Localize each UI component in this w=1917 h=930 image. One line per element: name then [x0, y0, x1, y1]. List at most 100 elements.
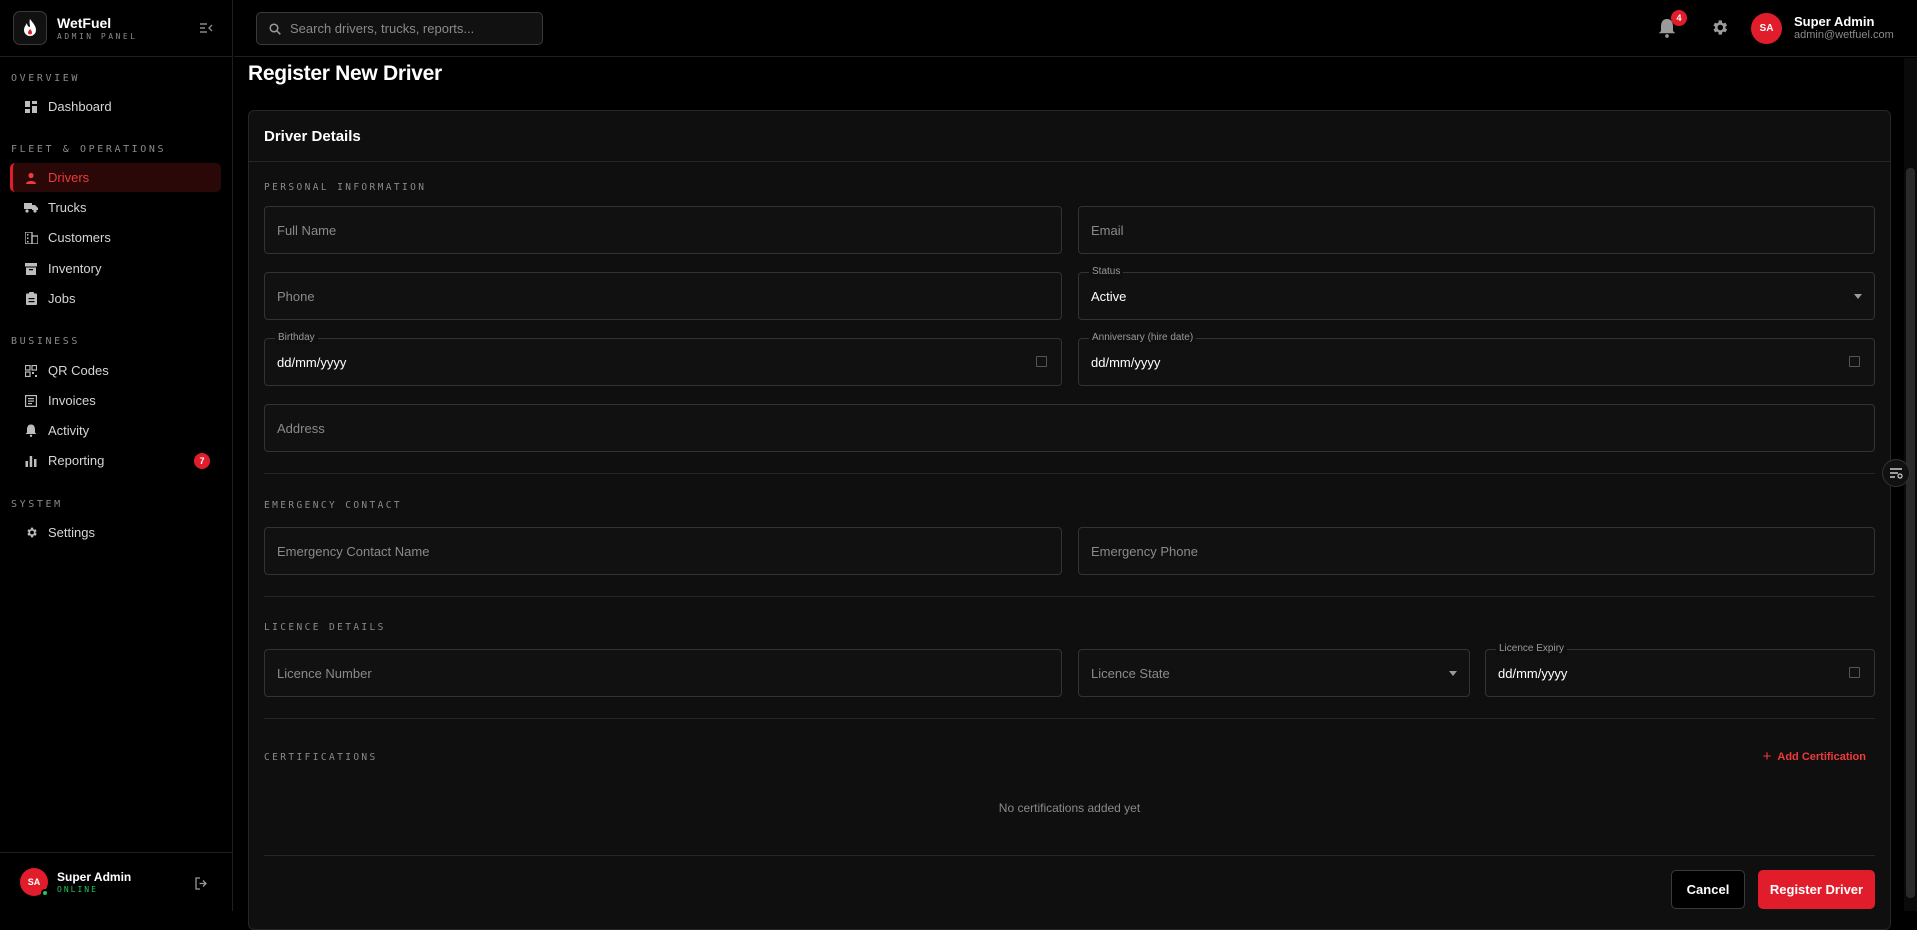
- sidebar-item-label: Activity: [48, 423, 90, 438]
- birthday-value: dd/mm/yyyy: [277, 355, 347, 370]
- licence-number-field[interactable]: [264, 649, 1062, 697]
- address-field[interactable]: [264, 404, 1875, 452]
- status-label: Status: [1089, 266, 1124, 278]
- gear-icon: [24, 526, 38, 540]
- reporting-badge: 7: [194, 453, 210, 469]
- user-menu[interactable]: Super Admin admin@wetfuel.com: [1794, 14, 1894, 42]
- sidebar-item-qr-codes[interactable]: QR Codes: [10, 356, 221, 385]
- full-name-field[interactable]: [264, 206, 1062, 254]
- add-certification-button[interactable]: + Add Certification: [1763, 748, 1866, 765]
- truck-icon: [24, 201, 38, 215]
- sidebar-user-footer: SA Super Admin ONLINE: [0, 852, 233, 911]
- licence-expiry-label: Licence Expiry: [1496, 643, 1568, 655]
- sidebar-item-settings[interactable]: Settings: [10, 518, 221, 547]
- footer-user-status: ONLINE: [57, 884, 98, 894]
- divider: [264, 718, 1875, 719]
- sidebar-item-dashboard[interactable]: Dashboard: [10, 92, 221, 121]
- status-select[interactable]: Status Active: [1078, 266, 1875, 320]
- archive-icon: [24, 262, 38, 276]
- sidebar-item-label: Drivers: [48, 170, 90, 185]
- brand-header: WetFuel ADMIN PANEL: [0, 0, 232, 57]
- user-email: admin@wetfuel.com: [1794, 29, 1894, 41]
- settings-gear-icon[interactable]: [1710, 18, 1730, 38]
- bar-chart-icon: [24, 454, 38, 468]
- search-input[interactable]: [290, 21, 530, 36]
- sidebar-item-inventory[interactable]: Inventory: [10, 254, 221, 283]
- invoice-icon: [24, 394, 38, 408]
- divider: [264, 473, 1875, 474]
- main-content: Register New Driver Driver Details PERSO…: [234, 58, 1917, 930]
- full-name-input[interactable]: [265, 207, 1061, 253]
- search-box[interactable]: [256, 12, 543, 45]
- calendar-icon[interactable]: [1849, 356, 1860, 367]
- divider: [264, 596, 1875, 597]
- phone-input[interactable]: [265, 273, 1061, 319]
- search-icon: [268, 22, 282, 36]
- address-input[interactable]: [265, 405, 1874, 451]
- nav-section-business: BUSINESS: [11, 336, 80, 347]
- scrollbar-thumb[interactable]: [1906, 168, 1915, 898]
- plus-icon: +: [1762, 748, 1772, 765]
- sidebar-item-label: Settings: [48, 525, 95, 540]
- page-scrollbar[interactable]: [1904, 58, 1917, 911]
- emergency-contact-name-field[interactable]: [264, 527, 1062, 575]
- status-value: Active: [1091, 289, 1127, 304]
- sidebar-item-label: Inventory: [48, 261, 102, 276]
- avatar[interactable]: SA: [20, 868, 49, 897]
- chevron-down-icon: [1449, 671, 1457, 676]
- user-avatar[interactable]: SA: [1751, 13, 1782, 44]
- sidebar-item-label: Trucks: [48, 200, 87, 215]
- sidebar-item-jobs[interactable]: Jobs: [10, 284, 221, 313]
- sidebar-item-label: Reporting: [48, 453, 105, 468]
- sidebar-item-customers[interactable]: Customers: [10, 223, 221, 252]
- nav-section-system: SYSTEM: [11, 499, 63, 510]
- emergency-phone-input[interactable]: [1079, 528, 1874, 574]
- collapse-sidebar-icon[interactable]: [198, 20, 214, 36]
- page-title: Register New Driver: [248, 62, 442, 85]
- person-icon: [24, 171, 38, 185]
- anniversary-value: dd/mm/yyyy: [1091, 355, 1161, 370]
- add-certification-label: Add Certification: [1777, 750, 1866, 763]
- register-driver-button[interactable]: Register Driver: [1758, 870, 1875, 909]
- sidebar-item-label: Invoices: [48, 393, 96, 408]
- licence-expiry-date-field[interactable]: Licence Expiry dd/mm/yyyy: [1485, 643, 1875, 697]
- section-emergency-contact: EMERGENCY CONTACT: [264, 500, 403, 511]
- licence-state-select[interactable]: Licence State: [1078, 649, 1470, 697]
- sidebar: WetFuel ADMIN PANEL OVERVIEW Dashboard F…: [0, 0, 233, 911]
- qr-icon: [24, 364, 38, 378]
- building-icon: [24, 231, 38, 245]
- licence-number-input[interactable]: [265, 650, 1061, 696]
- phone-field[interactable]: [264, 272, 1062, 320]
- brand-name: WetFuel: [57, 14, 112, 31]
- nav-section-fleet: FLEET & OPERATIONS: [11, 144, 167, 155]
- dashboard-icon: [24, 100, 38, 114]
- brand-subtitle: ADMIN PANEL: [57, 31, 138, 41]
- calendar-icon[interactable]: [1036, 356, 1047, 367]
- calendar-icon[interactable]: [1849, 667, 1860, 678]
- sidebar-item-drivers[interactable]: Drivers: [10, 163, 221, 192]
- online-status-dot: [41, 889, 49, 897]
- sidebar-item-label: Jobs: [48, 291, 76, 306]
- logout-icon[interactable]: [193, 875, 209, 891]
- email-input[interactable]: [1079, 207, 1874, 253]
- anniversary-label: Anniversary (hire date): [1089, 332, 1197, 344]
- emergency-contact-name-input[interactable]: [265, 528, 1061, 574]
- cancel-button[interactable]: Cancel: [1671, 870, 1745, 909]
- sidebar-item-label: Customers: [48, 230, 111, 245]
- floating-filter-icon[interactable]: [1882, 459, 1910, 487]
- user-name: Super Admin: [1794, 14, 1875, 29]
- sidebar-item-trucks[interactable]: Trucks: [10, 193, 221, 222]
- flame-logo-icon: [13, 11, 47, 45]
- sidebar-item-reporting[interactable]: Reporting 7: [10, 446, 221, 475]
- emergency-phone-field[interactable]: [1078, 527, 1875, 575]
- no-certifications-message: No certifications added yet: [998, 801, 1141, 815]
- driver-details-card: Driver Details PERSONAL INFORMATION Stat…: [248, 110, 1891, 930]
- sidebar-item-activity[interactable]: Activity: [10, 416, 221, 445]
- bell-icon: [24, 424, 38, 438]
- licence-state-value: Licence State: [1091, 666, 1170, 681]
- sidebar-item-invoices[interactable]: Invoices: [10, 386, 221, 415]
- email-field[interactable]: [1078, 206, 1875, 254]
- licence-expiry-value: dd/mm/yyyy: [1498, 666, 1568, 681]
- birthday-date-field[interactable]: Birthday dd/mm/yyyy: [264, 332, 1062, 386]
- anniversary-date-field[interactable]: Anniversary (hire date) dd/mm/yyyy: [1078, 332, 1875, 386]
